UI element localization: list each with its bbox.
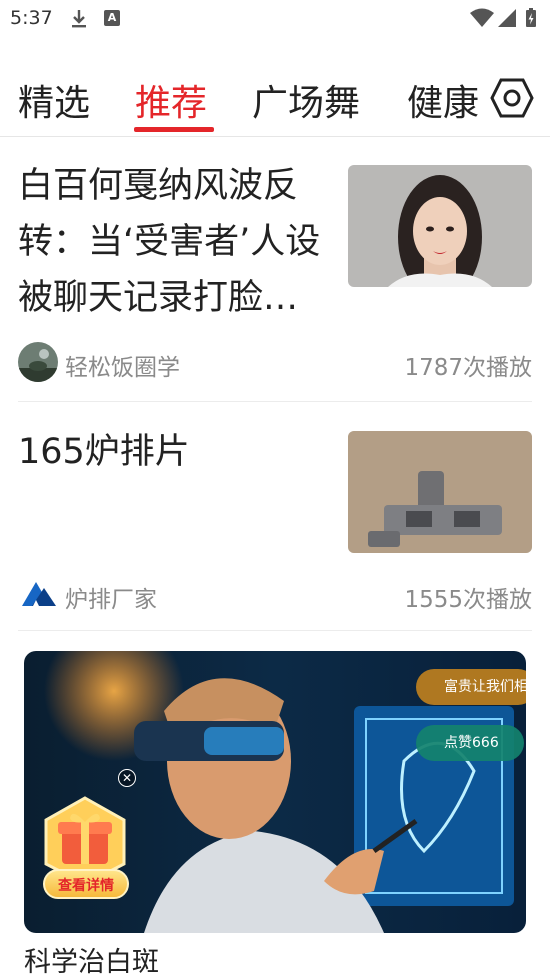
tab-square-dance[interactable]: 广场舞 <box>252 74 360 126</box>
signal-icon <box>498 9 516 27</box>
author-avatar[interactable] <box>18 342 58 382</box>
close-icon[interactable]: ✕ <box>118 769 136 787</box>
bullet-comment: 富贵让我们相 <box>416 669 526 705</box>
divider <box>18 630 532 631</box>
article-title: 白百何戛纳风波反转：当‘受害者’人设被聊天记录打脸… <box>18 166 321 318</box>
article-title: 165炉排片 <box>18 432 190 472</box>
author-name[interactable]: 炉排厂家 <box>65 580 157 614</box>
article-meta: 炉排厂家 1555次播放 <box>18 574 532 614</box>
a-status-icon: A <box>104 10 120 26</box>
settings-icon <box>490 78 534 118</box>
divider <box>18 401 532 402</box>
author-name[interactable]: 轻松饭圈学 <box>65 348 180 382</box>
tab-featured[interactable]: 精选 <box>18 74 90 126</box>
article-item[interactable]: 白百何戛纳风波反转：当‘受害者’人设被聊天记录打脸… 轻松饭圈学 1787次播放 <box>18 158 532 382</box>
ad-title[interactable]: 科学治白斑 <box>24 940 159 979</box>
play-count: 1787次播放 <box>404 355 532 381</box>
active-tab-indicator <box>134 127 214 132</box>
status-bar: 5:37 A <box>0 0 550 40</box>
channel-settings-button[interactable] <box>480 60 550 136</box>
bullet-comment: 点赞666 <box>416 725 524 761</box>
battery-icon <box>526 8 536 27</box>
category-tabs: 精选 推荐 广场舞 健康 <box>0 60 550 137</box>
wifi-icon <box>470 8 494 27</box>
ad-card[interactable]: 富贵让我们相 点赞666 ✕ 查看详情 <box>24 651 526 933</box>
article-item[interactable]: 165炉排片 炉排厂家 1555次播放 <box>18 424 532 613</box>
view-details-button[interactable]: 查看详情 <box>43 869 129 899</box>
article-meta: 轻松饭圈学 1787次播放 <box>18 342 532 382</box>
article-thumbnail[interactable] <box>348 165 532 287</box>
status-time: 5:37 <box>10 7 53 29</box>
download-icon <box>70 9 88 33</box>
tab-recommended[interactable]: 推荐 <box>135 74 207 126</box>
play-count: 1555次播放 <box>404 587 532 613</box>
article-thumbnail[interactable] <box>348 431 532 553</box>
status-indicators <box>470 7 540 33</box>
tab-health[interactable]: 健康 <box>407 74 479 126</box>
author-avatar[interactable] <box>18 574 58 614</box>
